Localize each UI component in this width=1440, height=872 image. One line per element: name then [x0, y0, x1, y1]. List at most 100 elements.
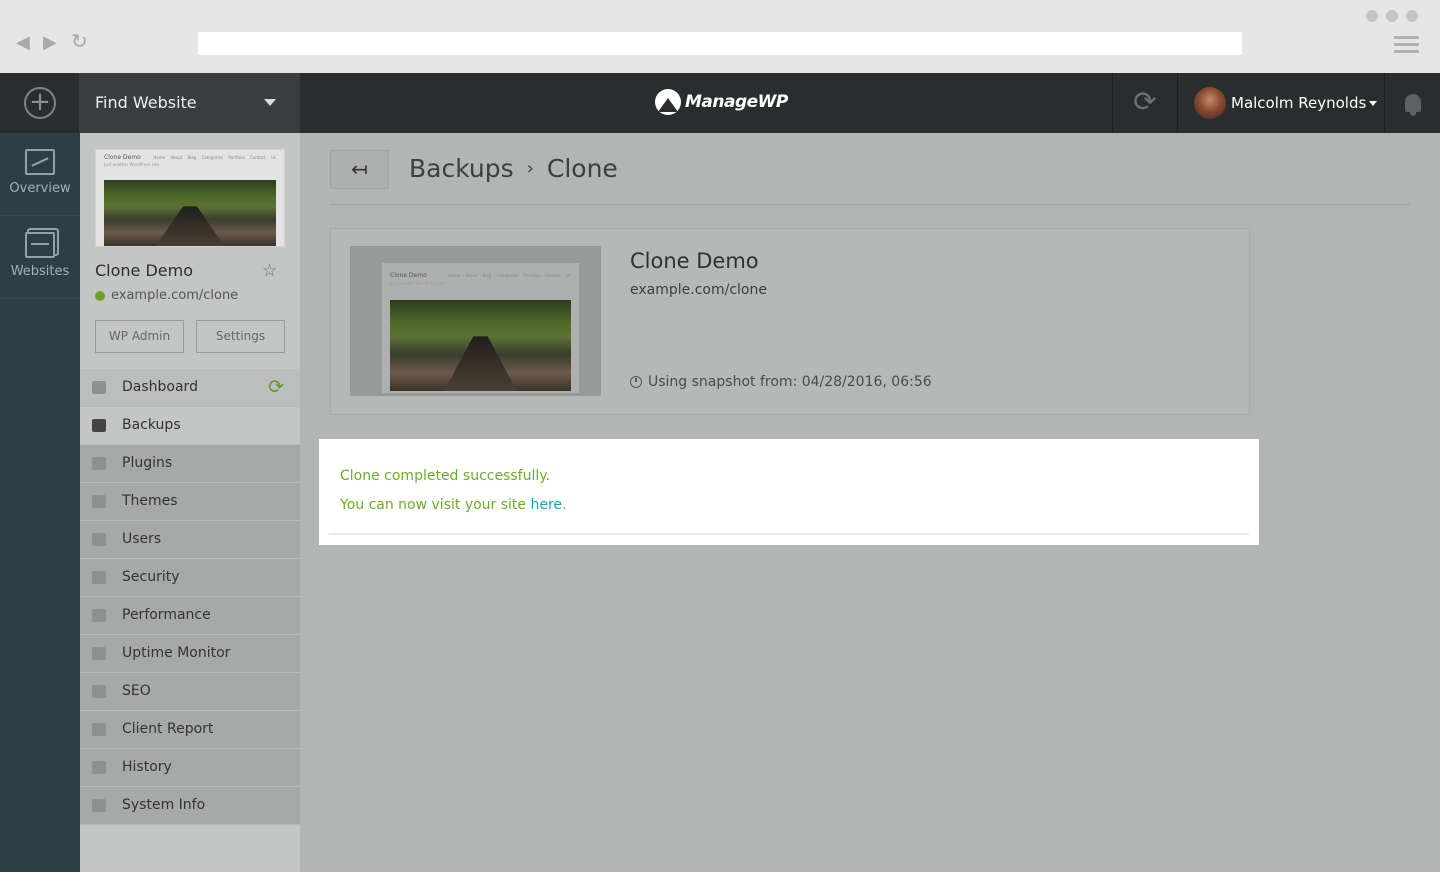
clone-preview: Clone Demo Just another WordPress site H… — [350, 246, 601, 396]
nav-websites[interactable]: Websites — [0, 216, 80, 299]
nav-websites-label: Websites — [10, 264, 70, 279]
divider — [330, 204, 1410, 205]
menu-label: Users — [122, 531, 162, 547]
left-nav: Overview Websites — [0, 133, 80, 872]
thumb-photo — [104, 180, 276, 246]
alert-line-2-suffix: . — [562, 497, 567, 513]
breadcrumb-backups[interactable]: Backups — [409, 154, 514, 183]
palette-icon — [92, 495, 106, 508]
window-dot — [1406, 10, 1418, 22]
menu-label: Uptime Monitor — [122, 645, 231, 661]
thumb-title: Clone Demo — [104, 154, 141, 161]
avatar — [1194, 87, 1226, 119]
wp-admin-button[interactable]: WP Admin — [95, 320, 184, 353]
find-website-dropdown[interactable]: Find Website — [80, 73, 300, 133]
plug-icon — [92, 457, 106, 470]
thumb-subtitle: Just another WordPress site — [104, 162, 159, 167]
nav-overview-label: Overview — [9, 181, 71, 196]
forward-arrow-icon[interactable]: ▶ — [43, 34, 57, 52]
preview-menu: Home About Blog Categories Portfolio Con… — [448, 273, 571, 278]
site-name: Clone Demo — [95, 261, 194, 280]
find-website-label: Find Website — [95, 93, 197, 112]
server-icon — [92, 799, 106, 812]
gauge-icon — [92, 609, 106, 622]
menu-item-plugins[interactable]: Plugins — [80, 445, 300, 483]
chart-icon — [92, 723, 106, 736]
star-icon[interactable]: ☆ — [262, 261, 277, 281]
menu-item-uptime-monitor[interactable]: Uptime Monitor — [80, 635, 300, 673]
menu-item-client-report[interactable]: Client Report — [80, 711, 300, 749]
alert-line-2: You can now visit your site here. — [340, 497, 567, 513]
menu-item-performance[interactable]: Performance — [80, 597, 300, 635]
user-icon — [92, 533, 106, 546]
monitor-chart-icon — [25, 149, 55, 175]
menu-label: System Info — [122, 797, 206, 813]
menu-item-system-info[interactable]: System Info — [80, 787, 300, 825]
snapshot-info: Using snapshot from: 04/28/2016, 06:56 — [630, 374, 932, 390]
menu-label: Client Report — [122, 721, 214, 737]
nav-overview[interactable]: Overview — [0, 133, 80, 216]
pages-icon — [25, 232, 55, 258]
visit-site-link[interactable]: here — [530, 497, 562, 513]
menu-label: History — [122, 759, 172, 775]
snapshot-text: Using snapshot from: 04/28/2016, 06:56 — [648, 374, 932, 390]
thumb-menu: Home About Blog Categories Portfolio Con… — [153, 155, 276, 160]
menu-label: Security — [122, 569, 180, 585]
globe-icon — [95, 290, 105, 301]
clone-info-card: Clone Demo Just another WordPress site H… — [330, 228, 1250, 415]
preview-title: Clone Demo — [390, 272, 427, 279]
menu-item-users[interactable]: Users — [80, 521, 300, 559]
clock-icon — [92, 761, 106, 774]
menu-label: Backups — [122, 417, 181, 433]
preview-photo — [390, 300, 571, 391]
clone-title: Clone Demo — [630, 249, 759, 273]
menu-item-themes[interactable]: Themes — [80, 483, 300, 521]
back-arrow-icon[interactable]: ◀ — [16, 34, 30, 52]
reload-icon[interactable]: ↻ — [71, 31, 88, 51]
menu-item-security[interactable]: Security — [80, 559, 300, 597]
menu-label: SEO — [122, 683, 151, 699]
logo-mark-icon — [655, 89, 681, 115]
user-menu[interactable]: Malcolm Reynolds — [1178, 73, 1384, 133]
success-alert: Clone completed successfully. You can no… — [319, 439, 1259, 545]
megaphone-icon — [92, 685, 106, 698]
site-sidebar: Clone Demo Just another WordPress site H… — [80, 133, 300, 872]
menu-label: Dashboard — [122, 379, 198, 395]
arrow-up-icon — [92, 647, 106, 660]
bell-icon[interactable] — [1384, 73, 1440, 133]
menu-item-history[interactable]: History — [80, 749, 300, 787]
clone-url: example.com/clone — [630, 282, 767, 298]
managewp-logo[interactable]: ManageWP — [655, 87, 788, 117]
plus-circle-icon: + — [24, 87, 56, 119]
window-dot — [1386, 10, 1398, 22]
browser-chrome: ◀ ▶ ↻ — [0, 0, 1440, 73]
main-content: ↤ Backups › Clone Clone Demo Just anothe… — [300, 133, 1440, 872]
site-url[interactable]: example.com/clone — [95, 288, 238, 303]
monitor-icon — [92, 381, 106, 394]
shield-icon — [92, 571, 106, 584]
hamburger-icon[interactable] — [1394, 36, 1419, 53]
breadcrumb: Backups › Clone — [409, 154, 618, 183]
refresh-icon[interactable]: ⟳ — [268, 377, 284, 397]
alert-line-2-text: You can now visit your site — [340, 497, 531, 513]
sync-icon[interactable]: ⟳ — [1112, 73, 1178, 133]
backup-drive-icon — [92, 419, 106, 432]
caret-down-icon — [264, 99, 276, 106]
settings-button[interactable]: Settings — [196, 320, 285, 353]
window-dot — [1366, 10, 1378, 22]
menu-item-backups[interactable]: Backups — [80, 407, 300, 445]
address-bar[interactable] — [198, 32, 1242, 55]
menu-item-seo[interactable]: SEO — [80, 673, 300, 711]
breadcrumb-separator: › — [526, 158, 534, 179]
site-thumbnail[interactable]: Clone Demo Just another WordPress site H… — [95, 149, 285, 247]
menu-label: Performance — [122, 607, 211, 623]
menu-label: Themes — [122, 493, 178, 509]
clock-icon — [630, 376, 642, 388]
menu-item-dashboard[interactable]: Dashboard ⟳ — [80, 369, 300, 407]
menu-label: Plugins — [122, 455, 173, 471]
back-button[interactable]: ↤ — [330, 150, 389, 189]
user-name: Malcolm Reynolds — [1231, 94, 1367, 112]
caret-down-icon — [1369, 100, 1378, 106]
add-website-button[interactable]: + — [0, 73, 80, 133]
clone-preview-page: Clone Demo Just another WordPress site H… — [382, 263, 579, 393]
